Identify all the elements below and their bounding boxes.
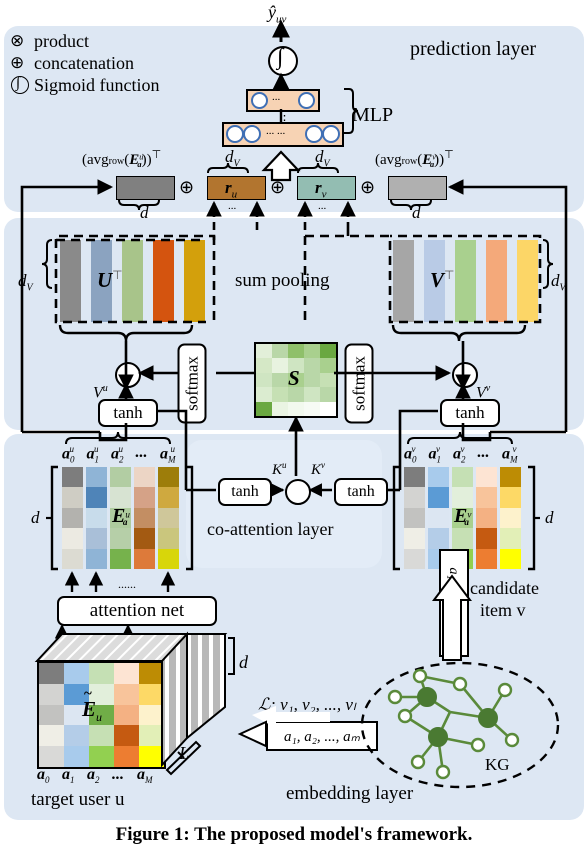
matrix-u-sub: a bbox=[122, 517, 128, 528]
svg-text:......: ...... bbox=[118, 577, 136, 591]
s-matrix-label: S bbox=[288, 366, 300, 390]
cube-matrix-tilde: ~ bbox=[84, 686, 92, 702]
figure-caption: Figure 1: The proposed model's framework… bbox=[115, 824, 473, 845]
cube-matrix-sub: u bbox=[96, 710, 103, 725]
matrix-u-label: Eua bbox=[112, 505, 130, 528]
matrix-v-sub: a bbox=[464, 517, 469, 528]
matrix-v-label: Eva bbox=[454, 505, 471, 528]
figure-root: ⊗ product ⊕ concatenation ∫ Sigmoid func… bbox=[0, 0, 588, 854]
connector-layer: ...... bbox=[20, 19, 568, 789]
